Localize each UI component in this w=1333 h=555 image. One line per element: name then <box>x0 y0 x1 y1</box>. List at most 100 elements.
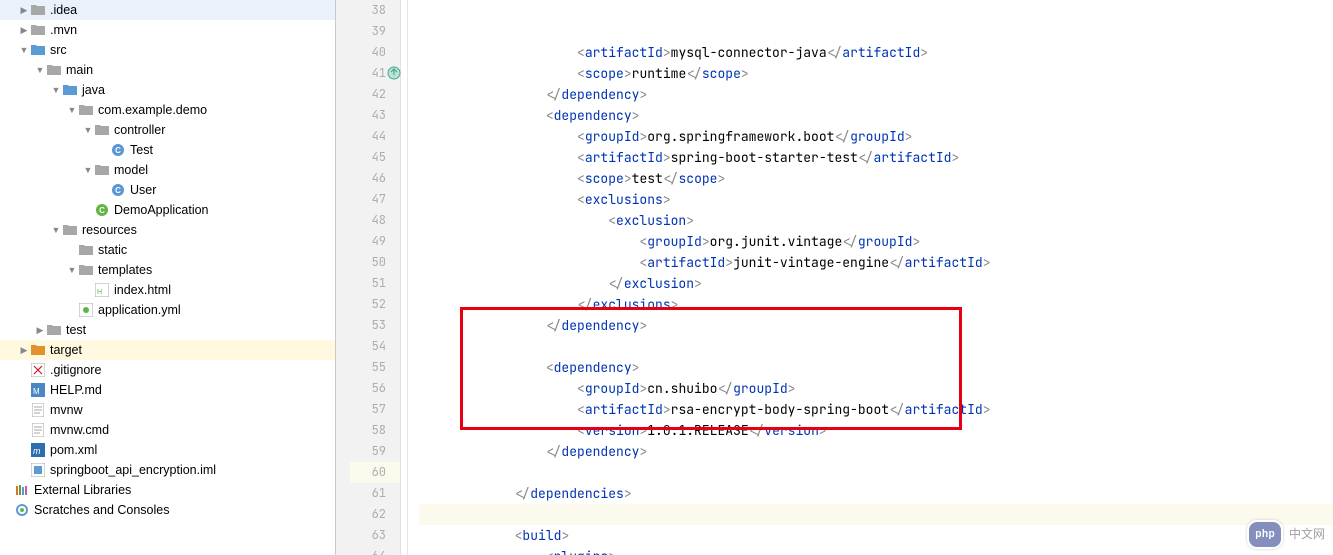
fold-guide[interactable] <box>407 21 419 42</box>
tree-iml[interactable]: springboot_api_encryption.iml <box>0 460 335 480</box>
fold-guide[interactable] <box>407 189 419 210</box>
code-line[interactable]: </dependency> <box>419 84 1333 105</box>
line-number[interactable]: 54 <box>350 336 400 357</box>
tree-mvn[interactable]: ▶.mvn <box>0 20 335 40</box>
fold-guide[interactable] <box>407 126 419 147</box>
line-number[interactable]: 61 <box>350 483 400 504</box>
tree-external-libs[interactable]: External Libraries <box>0 480 335 500</box>
line-number[interactable]: 64 <box>350 546 400 555</box>
code-line[interactable]: <artifactId>junit-vintage-engine</artifa… <box>419 252 1333 273</box>
code-line[interactable]: </exclusions> <box>419 294 1333 315</box>
line-number[interactable]: 50 <box>350 252 400 273</box>
tree-class-user[interactable]: CUser <box>0 180 335 200</box>
line-number[interactable]: 60 <box>350 462 400 483</box>
line-number[interactable]: 51 <box>350 273 400 294</box>
line-number[interactable]: 56 <box>350 378 400 399</box>
fold-guide[interactable] <box>407 483 419 504</box>
line-number[interactable]: 41 <box>350 63 400 84</box>
code-editor[interactable]: <artifactId>mysql-connector-java</artifa… <box>419 0 1333 555</box>
code-line[interactable]: <dependency> <box>419 357 1333 378</box>
chevron-icon[interactable]: ▼ <box>34 65 46 75</box>
line-number[interactable]: 52 <box>350 294 400 315</box>
line-number[interactable]: 59 <box>350 441 400 462</box>
code-line[interactable]: <groupId>org.junit.vintage</groupId> <box>419 231 1333 252</box>
chevron-icon[interactable]: ▼ <box>66 105 78 115</box>
tree-resources[interactable]: ▼resources <box>0 220 335 240</box>
fold-guide[interactable] <box>407 0 419 21</box>
chevron-icon[interactable]: ▶ <box>34 325 46 336</box>
line-number-gutter[interactable]: 3839404142434445464748495051525354555657… <box>350 0 401 555</box>
fold-guide[interactable] <box>407 168 419 189</box>
tree-main[interactable]: ▼main <box>0 60 335 80</box>
fold-guide[interactable] <box>407 273 419 294</box>
code-line[interactable]: <version>1.0.1.RELEASE</version> <box>419 420 1333 441</box>
project-tree[interactable]: ▶.idea▶.mvn▼src▼main▼java▼com.example.de… <box>0 0 336 555</box>
line-number[interactable]: 47 <box>350 189 400 210</box>
tree-application-yml[interactable]: application.yml <box>0 300 335 320</box>
chevron-icon[interactable]: ▼ <box>50 225 62 235</box>
line-number[interactable]: 55 <box>350 357 400 378</box>
fold-guide[interactable] <box>407 504 419 525</box>
code-line[interactable]: <dependency> <box>419 105 1333 126</box>
code-line[interactable]: <build> <box>419 525 1333 546</box>
tree-templates[interactable]: ▼templates <box>0 260 335 280</box>
line-number[interactable]: 44 <box>350 126 400 147</box>
tree-target[interactable]: ▶target <box>0 340 335 360</box>
chevron-icon[interactable]: ▼ <box>82 125 94 135</box>
fold-guide[interactable] <box>407 420 419 441</box>
code-line[interactable]: </dependency> <box>419 315 1333 336</box>
tree-index-html[interactable]: Hindex.html <box>0 280 335 300</box>
tree-src[interactable]: ▼src <box>0 40 335 60</box>
code-line[interactable] <box>419 336 1333 357</box>
code-line[interactable]: </exclusion> <box>419 273 1333 294</box>
fold-guide[interactable] <box>407 294 419 315</box>
code-line[interactable]: <artifactId>spring-boot-starter-test</ar… <box>419 147 1333 168</box>
chevron-icon[interactable]: ▼ <box>18 45 30 55</box>
line-number[interactable]: 57 <box>350 399 400 420</box>
code-line[interactable]: </dependency> <box>419 441 1333 462</box>
line-number[interactable]: 62 <box>350 504 400 525</box>
tree-pom-xml[interactable]: mpom.xml <box>0 440 335 460</box>
tree-java[interactable]: ▼java <box>0 80 335 100</box>
line-number[interactable]: 40 <box>350 42 400 63</box>
fold-guide[interactable] <box>407 378 419 399</box>
line-number[interactable]: 63 <box>350 525 400 546</box>
code-line[interactable]: <groupId>org.springframework.boot</group… <box>419 126 1333 147</box>
fold-gutter[interactable] <box>401 0 419 555</box>
fold-guide[interactable] <box>407 231 419 252</box>
chevron-icon[interactable]: ▶ <box>18 25 30 36</box>
line-number[interactable]: 53 <box>350 315 400 336</box>
line-number[interactable]: 38 <box>350 0 400 21</box>
code-line[interactable]: <plugins> <box>419 546 1333 555</box>
code-line[interactable]: <scope>runtime</scope> <box>419 63 1333 84</box>
chevron-icon[interactable]: ▼ <box>50 85 62 95</box>
fold-guide[interactable] <box>407 147 419 168</box>
fold-guide[interactable] <box>407 105 419 126</box>
tree-static[interactable]: static <box>0 240 335 260</box>
line-number[interactable]: 42 <box>350 84 400 105</box>
tree-gitignore[interactable]: .gitignore <box>0 360 335 380</box>
code-line[interactable]: <groupId>cn.shuibo</groupId> <box>419 378 1333 399</box>
chevron-icon[interactable]: ▼ <box>66 265 78 275</box>
tree-package[interactable]: ▼com.example.demo <box>0 100 335 120</box>
breakpoint-gutter[interactable] <box>336 0 350 555</box>
fold-guide[interactable] <box>407 252 419 273</box>
code-line[interactable]: <artifactId>rsa-encrypt-body-spring-boot… <box>419 399 1333 420</box>
fold-guide[interactable] <box>407 357 419 378</box>
fold-guide[interactable] <box>407 441 419 462</box>
code-line[interactable]: <exclusion> <box>419 210 1333 231</box>
tree-test[interactable]: ▶test <box>0 320 335 340</box>
line-number[interactable]: 39 <box>350 21 400 42</box>
fold-guide[interactable] <box>407 546 419 555</box>
fold-guide[interactable] <box>407 462 419 483</box>
tree-idea[interactable]: ▶.idea <box>0 0 335 20</box>
tree-mvnw[interactable]: mvnw <box>0 400 335 420</box>
line-number[interactable]: 49 <box>350 231 400 252</box>
line-number[interactable]: 58 <box>350 420 400 441</box>
chevron-icon[interactable]: ▶ <box>18 5 30 16</box>
fold-guide[interactable] <box>407 399 419 420</box>
override-gutter-icon[interactable] <box>387 66 401 80</box>
code-line[interactable] <box>419 462 1333 483</box>
line-number[interactable]: 43 <box>350 105 400 126</box>
fold-guide[interactable] <box>407 336 419 357</box>
